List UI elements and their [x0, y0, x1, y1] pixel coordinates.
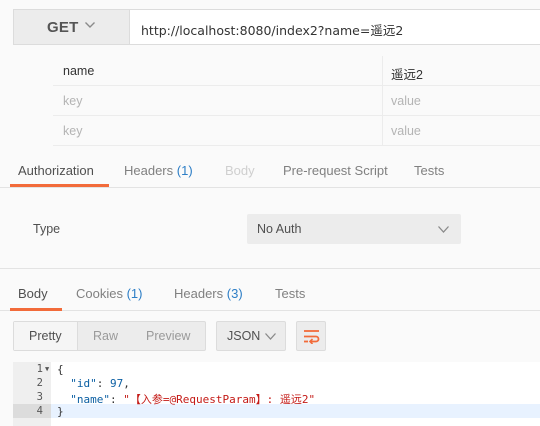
param-key-placeholder[interactable]: key: [63, 124, 82, 138]
code-token: "【入参=@RequestParam】: 遥远2": [123, 393, 316, 406]
param-value-placeholder[interactable]: value: [391, 94, 421, 108]
divider: [382, 116, 383, 146]
active-tab-indicator: [10, 184, 109, 187]
param-value-placeholder[interactable]: value: [391, 124, 421, 138]
count-badge: (3): [226, 286, 243, 301]
url-text: http://localhost:8080/index2?name=遥远2: [141, 23, 404, 38]
code-token: }: [57, 405, 64, 418]
wrap-lines-icon: [304, 330, 320, 344]
response-toolbar: Pretty Raw Preview JSON: [0, 312, 540, 362]
code-token: "id": [70, 377, 97, 390]
param-key-placeholder[interactable]: key: [63, 94, 82, 108]
format-toggle-group: Pretty Raw Preview: [13, 321, 206, 351]
code-line: "name": "【入参=@RequestParam】: 遥远2": [57, 391, 315, 407]
code-line: "id": 97,: [57, 377, 130, 390]
format-preview-button[interactable]: Preview: [146, 329, 190, 343]
code-token: ,: [123, 377, 130, 390]
count-badge: (1): [126, 286, 143, 301]
code-line: {: [57, 363, 64, 376]
tab-cookies[interactable]: Cookies (1): [76, 286, 142, 301]
line-number: 4: [36, 405, 43, 417]
param-value[interactable]: 遥远2: [391, 64, 423, 83]
line-number: 3: [36, 391, 43, 403]
auth-panel: Type No Auth: [0, 189, 540, 269]
tab-response-headers[interactable]: Headers (3): [174, 286, 243, 301]
param-row: name 遥远2: [53, 56, 540, 86]
request-tabs: Authorization Headers (1) Body Pre-reque…: [0, 152, 540, 188]
code-token: :: [110, 393, 124, 406]
method-select[interactable]: GET: [13, 9, 129, 45]
tab-response-body[interactable]: Body: [18, 286, 48, 301]
method-label: GET: [47, 18, 79, 36]
chevron-down-icon: [265, 333, 276, 340]
line-number: 1: [36, 363, 43, 375]
response-code-viewer[interactable]: 1 ▼ 2 3 4 { "id": 97, "name": "【入参=@Requ…: [13, 362, 540, 426]
tab-label: Cookies: [76, 286, 123, 301]
tab-tests[interactable]: Tests: [414, 163, 444, 178]
fold-arrow-icon[interactable]: ▼: [45, 365, 49, 373]
tab-body[interactable]: Body: [225, 163, 255, 178]
code-token: :: [96, 377, 110, 390]
active-tab-indicator: [10, 308, 62, 311]
param-key[interactable]: name: [63, 64, 94, 78]
auth-type-value: No Auth: [257, 222, 302, 236]
request-bar: GET http://localhost:8080/index2?name=遥远…: [0, 0, 540, 56]
line-number: 2: [36, 377, 43, 389]
auth-type-label: Type: [33, 222, 61, 236]
url-input[interactable]: http://localhost:8080/index2?name=遥远2: [129, 9, 540, 45]
param-row: key value: [53, 86, 540, 116]
params-table: name 遥远2 key value key value: [0, 56, 540, 150]
tab-response-tests[interactable]: Tests: [275, 286, 305, 301]
divider: [382, 86, 383, 116]
language-select[interactable]: JSON: [216, 321, 286, 351]
wrap-lines-button[interactable]: [296, 321, 326, 351]
response-tabs: Body Cookies (1) Headers (3) Tests: [0, 271, 540, 311]
format-raw-button[interactable]: Raw: [93, 329, 118, 343]
auth-type-select[interactable]: No Auth: [247, 214, 461, 244]
param-row: key value: [53, 116, 540, 146]
code-line: }: [57, 405, 64, 418]
tab-label: Headers: [124, 163, 174, 178]
code-token: {: [57, 363, 64, 376]
tab-pre-request-script[interactable]: Pre-request Script: [283, 163, 388, 178]
count-badge: (1): [176, 163, 193, 178]
divider: [382, 56, 383, 86]
language-value: JSON: [227, 329, 261, 343]
chevron-down-icon: [438, 226, 449, 233]
chevron-down-icon: [85, 22, 95, 28]
tab-headers[interactable]: Headers (1): [124, 163, 193, 178]
code-token: 97: [110, 377, 124, 390]
format-pretty-button[interactable]: Pretty: [29, 329, 62, 343]
tab-label: Headers: [174, 286, 224, 301]
code-token: "name": [70, 393, 110, 406]
tab-authorization[interactable]: Authorization: [18, 163, 94, 178]
